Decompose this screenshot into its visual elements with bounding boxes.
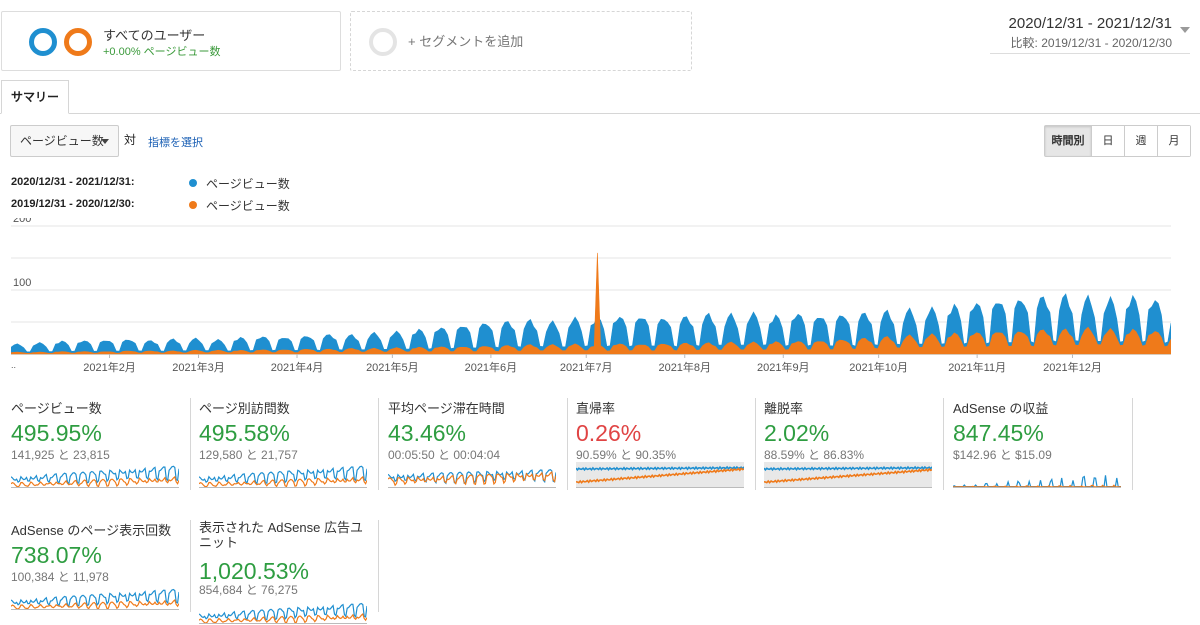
scorecard-divider <box>190 520 191 612</box>
pageviews-chart[interactable]: 200 100.. 2021年2月 2021年3月 2021年4月 2021年5月 2021… <box>11 218 1171 388</box>
scorecard[interactable]: AdSense の収益 847.45% $142.96 と $15.09 <box>953 398 1133 490</box>
legend-previous-label: ページビュー数 <box>206 199 290 213</box>
x-tick-label: 2021年2月 <box>83 360 136 374</box>
legend-previous-range: 2019/12/31 - 2020/12/30: <box>11 198 135 210</box>
x-tick-label: 2021年4月 <box>271 360 324 374</box>
x-tick-label: 2021年10月 <box>849 360 908 374</box>
scorecard[interactable]: 離脱率 2.02% 88.59% と 86.83% <box>764 398 944 490</box>
x-tick-label: 2021年3月 <box>172 360 225 374</box>
legend-current-range: 2020/12/31 - 2021/12/31: <box>11 176 135 188</box>
scorecard-title: ページビュー数 <box>11 401 102 416</box>
scorecard-comparison: $142.96 と $15.09 <box>953 448 1052 462</box>
segment-ring-previous-icon <box>64 28 92 56</box>
versus-label: 対 <box>124 133 137 147</box>
legend-current-dot-icon <box>189 179 197 187</box>
scorecard-sparkline <box>953 475 1121 488</box>
scorecard-divider <box>1132 398 1133 490</box>
date-range[interactable]: 2020/12/31 - 2021/12/31 <box>1009 15 1172 32</box>
scorecard-change: 0.26% <box>576 420 642 446</box>
scorecard-title: ページ別訪問数 <box>199 401 290 416</box>
time-button-month[interactable]: 月 <box>1157 126 1190 156</box>
scorecard[interactable]: AdSense のページ表示回数 738.07% 100,384 と 11,97… <box>11 520 191 612</box>
scorecard-title: 表示された AdSense 広告ユニット <box>199 520 363 550</box>
x-tick-label: 2021年11月 <box>948 360 1006 374</box>
scorecard-comparison: 141,925 と 23,815 <box>11 448 110 462</box>
scorecard-comparison: 90.59% と 90.35% <box>576 448 677 462</box>
scorecard[interactable]: 表示された AdSense 広告ユニット 1,020.53% 854,684 と… <box>199 520 379 624</box>
x-tick-label: 2021年5月 <box>366 360 419 374</box>
x-tick-label: 2021年6月 <box>465 360 518 374</box>
scorecard[interactable]: 平均ページ滞在時間 43.46% 00:05:50 と 00:04:04 <box>388 398 568 490</box>
scorecard-change: 495.95% <box>11 420 102 446</box>
scorecard-change: 43.46% <box>388 420 467 446</box>
scorecard-comparison: 129,580 と 21,757 <box>199 448 298 462</box>
scorecard-divider <box>943 398 944 490</box>
time-button-hourly[interactable]: 時間別 <box>1045 126 1091 156</box>
segment-card-all-users[interactable]: すべてのユーザー +0.00% ページビュー数 <box>1 11 341 71</box>
scorecard-divider <box>378 520 379 612</box>
scorecard-change: 495.58% <box>199 420 290 446</box>
time-button-day[interactable]: 日 <box>1091 126 1124 156</box>
x-tick-label-start: .. <box>11 360 16 370</box>
chevron-down-icon <box>101 139 109 144</box>
y-tick-label: 200 <box>13 218 31 225</box>
segment-name: すべてのユーザー <box>103 28 206 43</box>
y-tick-label: 100 <box>13 277 31 289</box>
x-tick-label: 2021年9月 <box>757 360 810 374</box>
scorecard[interactable]: ページビュー数 495.95% 141,925 と 23,815 <box>11 398 191 490</box>
scorecard-change: 738.07% <box>11 542 102 568</box>
scorecard-change: 2.02% <box>764 420 830 446</box>
metric-select[interactable]: ページビュー数 <box>10 125 119 157</box>
add-segment-card[interactable]: + セグメントを追加 <box>350 11 692 71</box>
scorecard-title: 直帰率 <box>576 401 616 416</box>
segment-ring-current-icon <box>29 28 57 56</box>
scorecard-divider <box>190 398 191 490</box>
metric-select-value: ページビュー数 <box>20 134 104 148</box>
x-tick-label: 2021年12月 <box>1043 360 1102 374</box>
legend-current-label: ページビュー数 <box>206 177 290 191</box>
scorecard-comparison: 854,684 と 76,275 <box>199 583 298 597</box>
scorecard-title: 平均ページ滞在時間 <box>388 401 505 416</box>
scorecard[interactable]: ページ別訪問数 495.58% 129,580 と 21,757 <box>199 398 379 490</box>
scorecard-sparkline <box>11 588 179 610</box>
scorecard[interactable]: 直帰率 0.26% 90.59% と 90.35% <box>576 398 756 490</box>
scorecard-comparison: 100,384 と 11,978 <box>11 570 109 584</box>
scorecard-sparkline <box>11 465 179 488</box>
x-tick-label: 2021年7月 <box>560 360 613 374</box>
tab-bar-divider <box>0 113 1200 114</box>
date-dropdown-caret-icon[interactable] <box>1180 27 1190 33</box>
legend-previous-dot-icon <box>189 201 197 209</box>
date-compare[interactable]: 比較: 2019/12/31 - 2020/12/30 <box>1011 34 1172 51</box>
scorecard-sparkline <box>199 602 367 624</box>
add-segment-label: + セグメントを追加 <box>408 34 524 49</box>
scorecard-divider <box>567 398 568 490</box>
scorecard-change: 847.45% <box>953 420 1044 446</box>
x-tick-label: 2021年8月 <box>658 360 711 374</box>
date-range-underline <box>990 53 1190 54</box>
segment-change: +0.00% ページビュー数 <box>103 46 221 58</box>
scorecard-title: AdSense のページ表示回数 <box>11 523 172 538</box>
scorecard-comparison: 00:05:50 と 00:04:04 <box>388 448 501 462</box>
scorecard-sparkline <box>576 462 744 488</box>
scorecard-sparkline <box>199 465 367 488</box>
scorecard-title: AdSense の収益 <box>953 401 1049 416</box>
scorecard-divider <box>378 398 379 490</box>
time-button-week[interactable]: 週 <box>1124 126 1157 156</box>
scorecard-divider <box>755 398 756 490</box>
tab-summary[interactable]: サマリー <box>1 80 69 114</box>
empty-segment-ring-icon <box>369 28 397 56</box>
scorecard-comparison: 88.59% と 86.83% <box>764 448 865 462</box>
scorecard-sparkline <box>388 469 556 488</box>
scorecard-title: 離脱率 <box>764 401 804 416</box>
scorecard-sparkline <box>764 462 932 488</box>
time-granularity-group: 時間別 日 週 月 <box>1044 125 1191 157</box>
select-metric-link[interactable]: 指標を選択 <box>148 134 203 150</box>
